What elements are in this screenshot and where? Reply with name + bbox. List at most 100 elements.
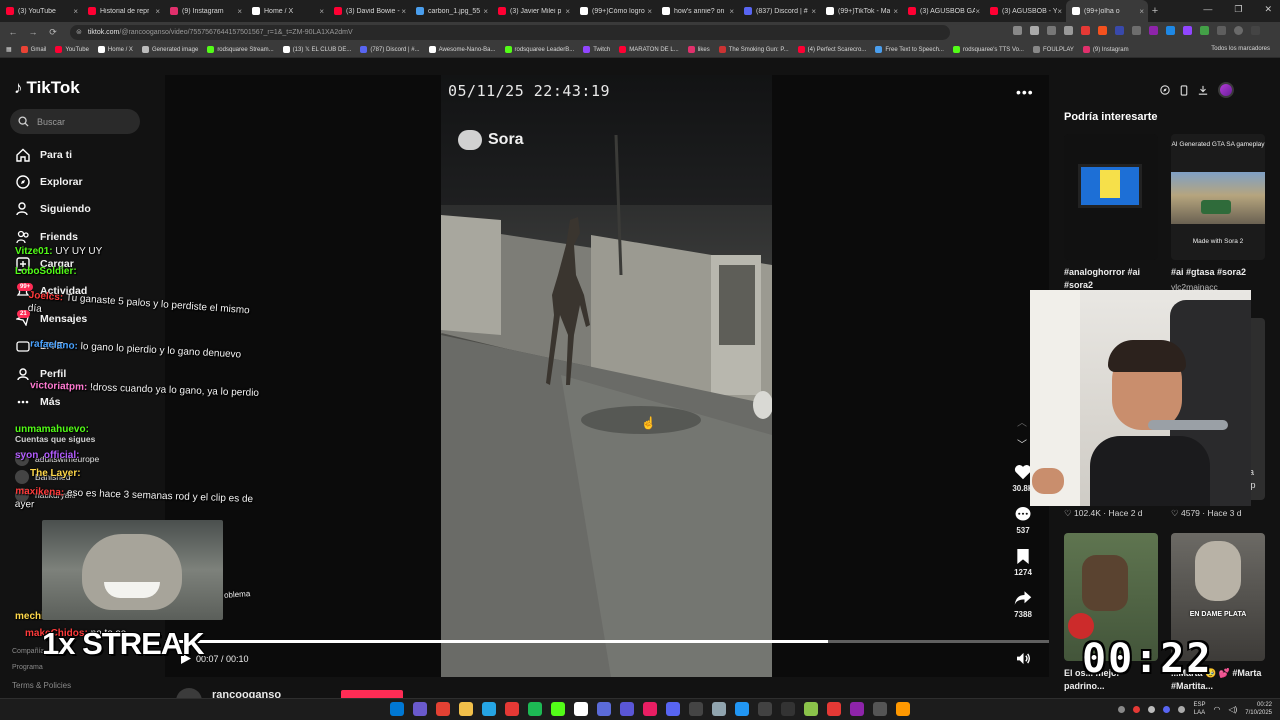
browser-tab[interactable]: how's annie? on × — [656, 0, 738, 22]
bookmark-item[interactable]: YouTube — [55, 46, 89, 53]
next-video-icon[interactable]: ﹀ — [1017, 436, 1027, 451]
profile-avatar-icon[interactable] — [1234, 26, 1243, 35]
puzzle-icon[interactable] — [1217, 26, 1226, 35]
volume-icon[interactable] — [1016, 652, 1031, 670]
browser-tab[interactable]: (99+)TikTok - Ma × — [820, 0, 902, 22]
bookmark-star-icon[interactable] — [1064, 26, 1073, 35]
footer-terms-link[interactable]: Terms & Policies — [12, 681, 71, 690]
sidebar-item-para-ti[interactable]: Para ti — [15, 147, 72, 162]
footer-company-link[interactable]: Compañía — [12, 648, 44, 655]
back-icon[interactable]: ← — [6, 27, 20, 37]
previous-video-icon[interactable]: ︿ — [1017, 414, 1027, 429]
browser-tab[interactable]: (99+)olha o × — [1066, 0, 1148, 22]
forward-icon[interactable]: → — [26, 27, 40, 37]
tab-close-icon[interactable]: × — [1139, 7, 1144, 16]
bookmark-item[interactable]: Generated image — [141, 46, 198, 53]
taskbar-app-icon[interactable] — [390, 702, 404, 716]
video-frame[interactable] — [441, 75, 772, 677]
extension-icon[interactable] — [1166, 26, 1175, 35]
compass-icon[interactable] — [1160, 85, 1170, 95]
bookmark-item[interactable]: (4) Perfect Scarecro... — [797, 46, 866, 53]
browser-tab[interactable]: (3) AGUSBOB GA × — [902, 0, 984, 22]
taskbar-app-icon[interactable] — [620, 702, 634, 716]
menu-icon[interactable] — [1251, 26, 1260, 35]
bookmark-item[interactable]: Awesome-Nano-Ba... — [428, 46, 496, 53]
tab-close-icon[interactable]: × — [811, 7, 816, 16]
extension-icon[interactable] — [1183, 26, 1192, 35]
taskbar-app-icon[interactable] — [597, 702, 611, 716]
bookmark-item[interactable]: FOULPLAY — [1032, 46, 1074, 53]
tab-close-icon[interactable]: × — [237, 7, 242, 16]
tab-close-icon[interactable]: × — [565, 7, 570, 16]
browser-tab[interactable]: carbon_1.jpg_55 × — [410, 0, 492, 22]
related-thumbnail[interactable] — [1064, 134, 1158, 260]
taskbar-app-icon[interactable] — [436, 702, 450, 716]
bookmark-item[interactable]: Home / X — [97, 46, 133, 53]
taskbar-app-icon[interactable] — [873, 702, 887, 716]
bookmark-item[interactable]: (9) Instagram — [1082, 46, 1129, 53]
bookmark-item[interactable]: rodsquaree's TTS Vo... — [952, 46, 1024, 53]
taskbar-app-icon[interactable] — [413, 702, 427, 716]
input-language[interactable]: ESP LAA — [1193, 701, 1205, 717]
taskbar-app-icon[interactable] — [551, 702, 565, 716]
taskbar-app-icon[interactable] — [758, 702, 772, 716]
share-action[interactable]: 7388 — [1008, 588, 1038, 619]
sidebar-item-siguiendo[interactable]: Siguiendo — [15, 201, 91, 216]
bookmark-item[interactable]: likes — [687, 46, 710, 53]
taskbar-app-icon[interactable] — [459, 702, 473, 716]
browser-tab[interactable]: (3) David Bowie - × — [328, 0, 410, 22]
translate-icon[interactable] — [1030, 26, 1039, 35]
zoom-icon[interactable] — [1047, 26, 1056, 35]
bookmark-item[interactable]: Gmail — [20, 46, 46, 53]
download-icon[interactable] — [1013, 26, 1022, 35]
extension-icon[interactable] — [1200, 26, 1209, 35]
bookmark-item[interactable]: rodsquaree LeaderB... — [504, 46, 574, 53]
address-bar[interactable]: ⊜ tiktok.com /@rancooganso/video/7557567… — [70, 24, 950, 40]
browser-tab[interactable]: (837) Discord | # × — [738, 0, 820, 22]
taskbar-app-icon[interactable] — [712, 702, 726, 716]
taskbar-app-icon[interactable] — [850, 702, 864, 716]
taskbar-app-icon[interactable] — [827, 702, 841, 716]
extension-icon[interactable] — [1098, 26, 1107, 35]
sidebar-item-friends[interactable]: Friends — [15, 229, 78, 244]
search-input[interactable]: Buscar — [10, 109, 140, 134]
taskbar-app-icon[interactable] — [735, 702, 749, 716]
extension-icon[interactable] — [1115, 26, 1124, 35]
tab-close-icon[interactable]: × — [401, 7, 406, 16]
tray-icon[interactable] — [1178, 705, 1186, 713]
bookmark-item[interactable]: The Smoking Gun: P... — [718, 46, 789, 53]
browser-tab[interactable]: (9) Instagram × — [164, 0, 246, 22]
maximize-icon[interactable]: ❐ — [1234, 4, 1242, 15]
tray-icon[interactable] — [1133, 705, 1141, 713]
site-info-icon[interactable]: ⊜ — [76, 28, 82, 36]
related-thumbnail[interactable]: AI Generated GTA SA gameplay Made with S… — [1171, 134, 1265, 260]
tab-close-icon[interactable]: × — [73, 7, 78, 16]
close-window-icon[interactable]: ✕ — [1264, 4, 1272, 15]
taskbar-app-icon[interactable] — [689, 702, 703, 716]
taskbar-app-icon[interactable] — [804, 702, 818, 716]
tab-close-icon[interactable]: × — [975, 7, 980, 16]
taskbar-app-icon[interactable] — [896, 702, 910, 716]
browser-tab[interactable]: (3) Javier Milei p × — [492, 0, 574, 22]
user-avatar[interactable] — [1218, 82, 1234, 98]
bookmark-item[interactable]: (13) 𝕏 EL CLUB DE... — [282, 46, 351, 53]
tab-close-icon[interactable]: × — [893, 7, 898, 16]
extension-icon[interactable] — [1132, 26, 1141, 35]
download-icon[interactable] — [1198, 85, 1208, 95]
save-action[interactable]: 1274 — [1008, 546, 1038, 577]
taskbar-clock[interactable]: 00:22 7/10/2025 — [1245, 701, 1272, 717]
tab-close-icon[interactable]: × — [647, 7, 652, 16]
browser-tab[interactable]: Home / X × — [246, 0, 328, 22]
sidebar-item-explorar[interactable]: Explorar — [15, 174, 83, 189]
taskbar-app-icon[interactable] — [482, 702, 496, 716]
comment-action[interactable]: 537 — [1008, 504, 1038, 535]
minimize-icon[interactable]: — — [1203, 4, 1212, 15]
browser-tab[interactable]: (99+)Cómo logro × — [574, 0, 656, 22]
related-caption[interactable]: #ai #gtasa #sora2 — [1171, 266, 1265, 279]
browser-tab[interactable]: (3) YouTube × — [0, 0, 82, 22]
taskbar-app-icon[interactable] — [666, 702, 680, 716]
tab-close-icon[interactable]: × — [1057, 7, 1062, 16]
bookmark-item[interactable]: Twitch — [583, 46, 610, 53]
mobile-icon[interactable] — [1180, 84, 1188, 96]
browser-tab[interactable]: (3) AGUSBOB - Y × — [984, 0, 1066, 22]
